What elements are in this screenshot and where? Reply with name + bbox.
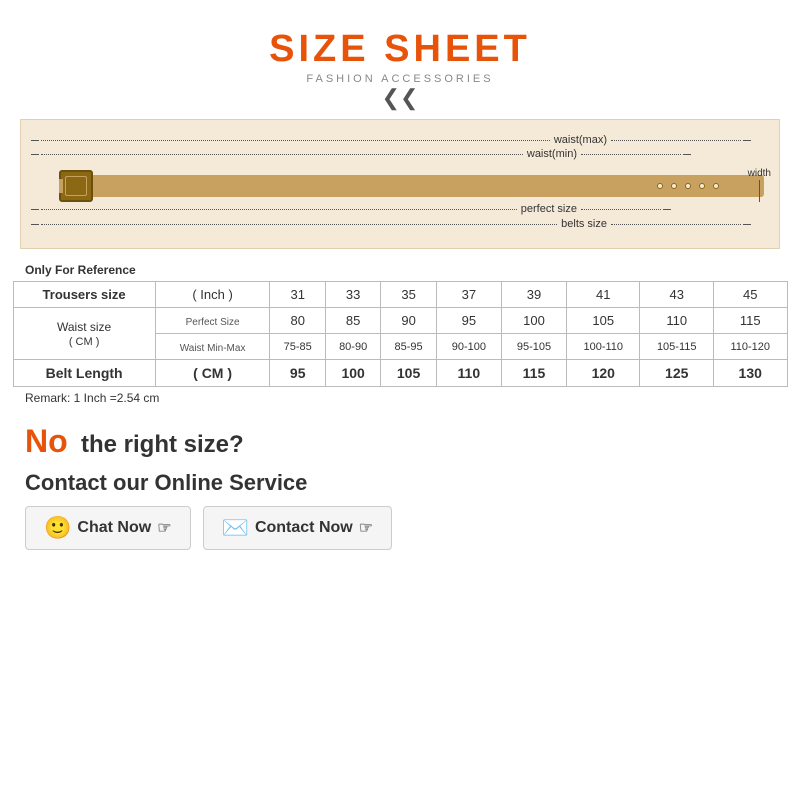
belt-diagram: waist(max) waist(min) width <box>20 119 780 249</box>
mail-icon: ✉️ <box>222 515 249 541</box>
contact-service-text: Contact our Online Service <box>25 470 392 496</box>
col-43: 43 <box>640 282 713 308</box>
waist-min-label: waist(min) <box>527 148 577 160</box>
hand-icon-contact: ☞ <box>359 518 373 538</box>
belts-size-label: belts size <box>561 218 607 230</box>
service-buttons: 🙂 Chat Now ☞ ✉️ Contact Now ☞ <box>25 506 392 550</box>
belt-length-unit: ( CM ) <box>155 360 270 387</box>
col-45: 45 <box>713 282 787 308</box>
table-header-row: Trousers size ( Inch ) 31 33 35 37 39 41… <box>13 282 787 308</box>
belt-length-label: Belt Length <box>13 360 155 387</box>
remark-text: Remark: 1 Inch =2.54 cm <box>25 391 159 405</box>
col-41: 41 <box>567 282 640 308</box>
right-size-text: the right size? <box>81 431 244 458</box>
waist-minmax-sublabel: Waist Min-Max <box>155 334 270 360</box>
contact-now-label: Contact Now <box>255 519 353 537</box>
col-39: 39 <box>501 282 566 308</box>
col-33: 33 <box>325 282 380 308</box>
chat-now-button[interactable]: 🙂 Chat Now ☞ <box>25 506 191 550</box>
width-label: width <box>748 168 771 179</box>
no-label: No <box>25 423 68 459</box>
hand-icon-chat: ☞ <box>157 518 171 538</box>
page-subtitle: FASHION ACCESSORIES <box>306 73 493 85</box>
trousers-size-label: Trousers size <box>13 282 155 308</box>
perfect-size-label: perfect size <box>521 203 577 215</box>
waist-perfect-row: Waist size ( CM ) Perfect Size 80 85 90 … <box>13 308 787 334</box>
belt-holes <box>657 183 719 189</box>
size-table: Trousers size ( Inch ) 31 33 35 37 39 41… <box>13 281 788 387</box>
col-31: 31 <box>270 282 325 308</box>
page-title: SIZE SHEET <box>269 28 531 71</box>
belt-length-row: Belt Length ( CM ) 95 100 105 110 115 12… <box>13 360 787 387</box>
contact-now-button[interactable]: ✉️ Contact Now ☞ <box>203 506 393 550</box>
chat-icon: 🙂 <box>44 515 71 541</box>
col-35: 35 <box>381 282 436 308</box>
col-37: 37 <box>436 282 501 308</box>
perfect-size-sublabel: Perfect Size <box>155 308 270 334</box>
no-right-size-text: No the right size? <box>25 423 392 460</box>
waist-max-label: waist(max) <box>554 134 607 146</box>
waist-size-label: Waist size ( CM ) <box>13 308 155 360</box>
only-ref-label: Only For Reference <box>25 263 136 277</box>
bottom-section: No the right size? Contact our Online Se… <box>25 423 392 550</box>
chat-now-label: Chat Now <box>77 519 151 537</box>
trousers-size-unit: ( Inch ) <box>155 282 270 308</box>
belt-buckle <box>59 170 93 202</box>
chevron-icon: ❮❮ <box>382 87 419 109</box>
